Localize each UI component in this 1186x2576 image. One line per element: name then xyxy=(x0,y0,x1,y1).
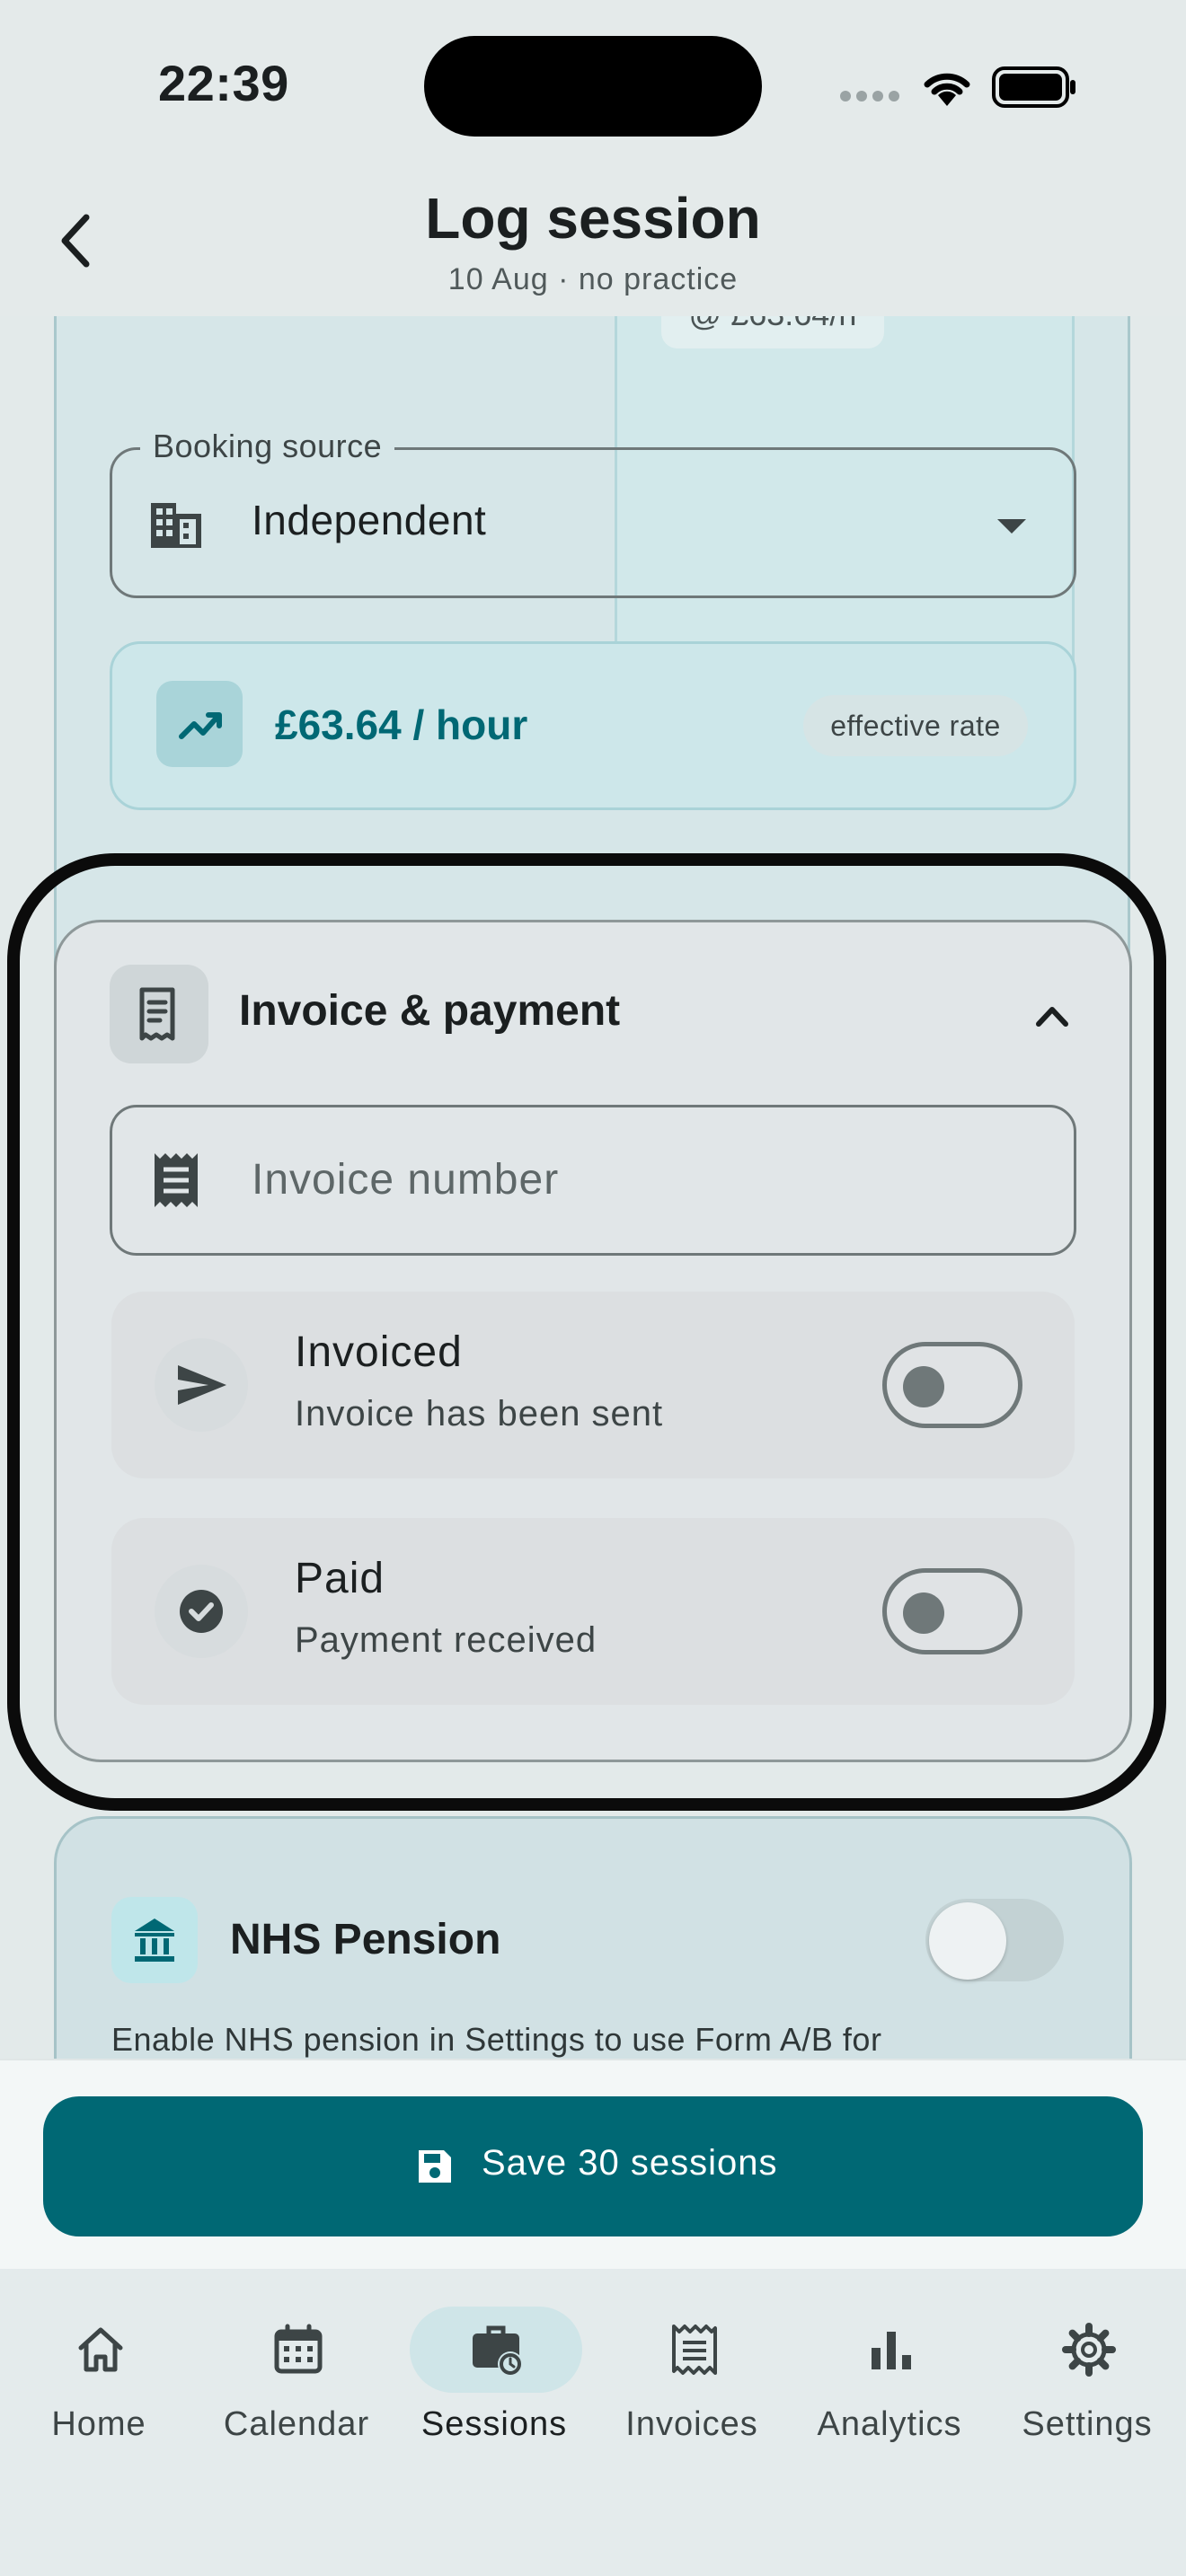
settings-icon xyxy=(1060,2321,1118,2378)
rate-option-label: @ £63.64/h xyxy=(661,316,884,348)
wifi-icon xyxy=(920,65,974,108)
effective-rate-value: £63.64 / hour xyxy=(275,701,528,748)
dropdown-arrow-icon xyxy=(994,516,1030,537)
collapse-chevron-icon[interactable] xyxy=(1033,997,1071,1035)
send-icon xyxy=(155,1338,248,1432)
calendar-icon xyxy=(270,2321,327,2378)
invoiced-row[interactable]: Invoiced Invoice has been sent xyxy=(111,1292,1075,1478)
trending-up-icon xyxy=(156,681,243,767)
analytics-icon xyxy=(863,2321,920,2378)
invoice-doc-icon xyxy=(146,1150,207,1211)
page-subtitle: 10 Aug · no practice xyxy=(447,262,739,296)
nhs-pension-title: NHS Pension xyxy=(230,1916,501,1963)
app-header: 22:39 Log session 10 Aug · no practice xyxy=(0,0,1186,316)
nav-invoices[interactable]: Invoices xyxy=(593,2305,791,2466)
signal-icon xyxy=(839,90,902,102)
building-icon xyxy=(147,496,205,553)
booking-source-label: Booking source xyxy=(140,428,395,465)
nav-sessions[interactable]: Sessions xyxy=(395,2305,593,2466)
nav-analytics[interactable]: Analytics xyxy=(791,2305,988,2466)
paid-subtitle: Payment received xyxy=(295,1620,597,1660)
nav-label: Analytics xyxy=(817,2405,962,2443)
toggle-knob xyxy=(903,1592,944,1634)
nhs-pension-description: Enable NHS pension in Settings to use Fo… xyxy=(111,2021,882,2058)
invoiced-title: Invoiced xyxy=(295,1328,463,1376)
paid-title: Paid xyxy=(295,1555,385,1602)
nav-label: Settings xyxy=(1022,2405,1153,2443)
toggle-knob xyxy=(903,1366,944,1407)
dynamic-island xyxy=(424,36,762,137)
receipt-icon xyxy=(110,965,208,1063)
invoice-number-placeholder: Invoice number xyxy=(252,1156,560,1204)
battery-icon xyxy=(992,66,1078,108)
sessions-icon xyxy=(467,2321,525,2378)
nav-label: Invoices xyxy=(625,2405,758,2443)
nav-calendar[interactable]: Calendar xyxy=(198,2305,395,2466)
invoiced-toggle[interactable] xyxy=(882,1342,1022,1428)
session-form[interactable]: @ £63.64/h Booking source Independent £6… xyxy=(0,316,1186,2059)
save-icon xyxy=(415,2147,455,2186)
invoices-icon xyxy=(665,2321,722,2378)
effective-rate-badge: effective rate xyxy=(803,695,1028,756)
nav-settings[interactable]: Settings xyxy=(988,2305,1186,2466)
home-icon xyxy=(72,2321,129,2378)
status-time: 22:39 xyxy=(158,55,289,111)
nav-home[interactable]: Home xyxy=(0,2305,198,2466)
page-title: Log session xyxy=(425,186,761,251)
save-button-label: Save 30 sessions xyxy=(482,2143,778,2183)
paid-toggle[interactable] xyxy=(882,1568,1022,1654)
nav-label: Calendar xyxy=(223,2405,370,2443)
bank-icon xyxy=(111,1897,198,1983)
booking-source-value: Independent xyxy=(252,497,487,543)
paid-row[interactable]: Paid Payment received xyxy=(111,1518,1075,1705)
nav-label: Home xyxy=(51,2405,146,2443)
check-circle-icon xyxy=(155,1565,248,1658)
invoiced-subtitle: Invoice has been sent xyxy=(295,1394,664,1434)
nav-label: Sessions xyxy=(420,2405,568,2443)
invoice-section-title: Invoice & payment xyxy=(239,987,621,1035)
toggle-knob xyxy=(929,1902,1006,1980)
